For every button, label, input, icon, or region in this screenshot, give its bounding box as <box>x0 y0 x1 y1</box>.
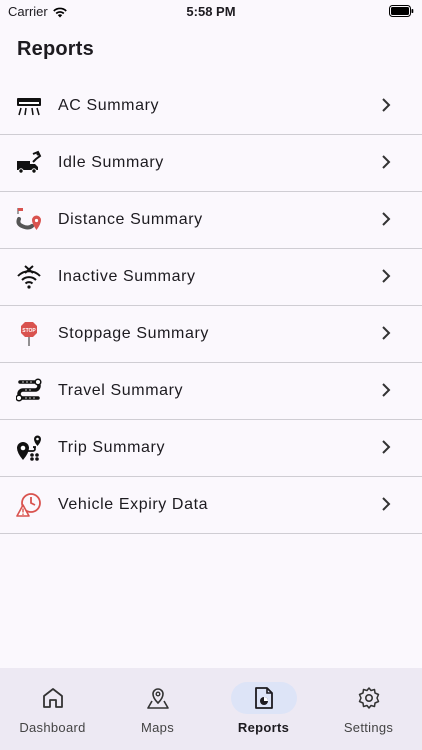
trip-pins-icon <box>17 435 41 461</box>
chevron-right-icon <box>382 98 391 112</box>
report-icon <box>255 687 273 709</box>
report-item-distance-summary[interactable]: Distance Summary <box>0 192 422 249</box>
report-label: Inactive Summary <box>58 268 196 285</box>
gear-icon <box>358 687 380 709</box>
report-label: Trip Summary <box>58 439 166 456</box>
chevron-right-icon <box>382 497 391 511</box>
nav-label: Reports <box>237 720 290 735</box>
idle-truck-icon <box>17 150 42 174</box>
report-item-vehicle-expiry-data[interactable]: Vehicle Expiry Data <box>0 477 422 534</box>
report-item-idle-summary[interactable]: Idle Summary <box>0 135 422 192</box>
page-title: Reports <box>17 38 94 60</box>
bottom-navigation: Dashboard Maps Reports Settings <box>0 668 422 750</box>
chevron-right-icon <box>382 269 391 283</box>
report-label: Idle Summary <box>58 154 164 171</box>
report-label: Travel Summary <box>58 382 184 399</box>
chevron-right-icon <box>382 326 391 340</box>
nav-item-dashboard[interactable]: Dashboard <box>0 668 105 750</box>
report-list: AC Summary Idle Summary Distance Summary <box>0 78 422 534</box>
chevron-right-icon <box>382 440 391 454</box>
report-item-stoppage-summary[interactable]: STOP Stoppage Summary <box>0 306 422 363</box>
distance-route-icon <box>16 208 41 230</box>
report-item-inactive-summary[interactable]: Inactive Summary <box>0 249 422 306</box>
svg-text:STOP: STOP <box>22 328 36 334</box>
report-label: Stoppage Summary <box>58 325 210 342</box>
expiry-alert-icon <box>16 493 41 517</box>
report-label: Vehicle Expiry Data <box>58 496 209 513</box>
nav-label: Dashboard <box>19 720 86 735</box>
stop-sign-icon: STOP <box>21 322 37 346</box>
nav-item-maps[interactable]: Maps <box>105 668 210 750</box>
nav-item-settings[interactable]: Settings <box>316 668 421 750</box>
ac-unit-icon <box>17 98 41 116</box>
report-item-ac-summary[interactable]: AC Summary <box>0 78 422 135</box>
report-label: Distance Summary <box>58 211 203 228</box>
no-signal-icon <box>17 265 41 289</box>
nav-label: Maps <box>141 720 174 735</box>
chevron-right-icon <box>382 212 391 226</box>
battery-icon <box>389 5 414 20</box>
report-item-trip-summary[interactable]: Trip Summary <box>0 420 422 477</box>
travel-route-icon <box>16 378 42 402</box>
home-icon <box>43 688 63 708</box>
map-pin-icon <box>147 688 169 709</box>
nav-item-reports[interactable]: Reports <box>211 668 316 750</box>
status-bar: Carrier 5:58 PM <box>0 0 422 24</box>
nav-label: Settings <box>343 720 394 735</box>
clock: 5:58 PM <box>186 4 236 19</box>
chevron-right-icon <box>382 155 391 169</box>
chevron-right-icon <box>382 383 391 397</box>
report-label: AC Summary <box>58 97 160 114</box>
report-item-travel-summary[interactable]: Travel Summary <box>0 363 422 420</box>
